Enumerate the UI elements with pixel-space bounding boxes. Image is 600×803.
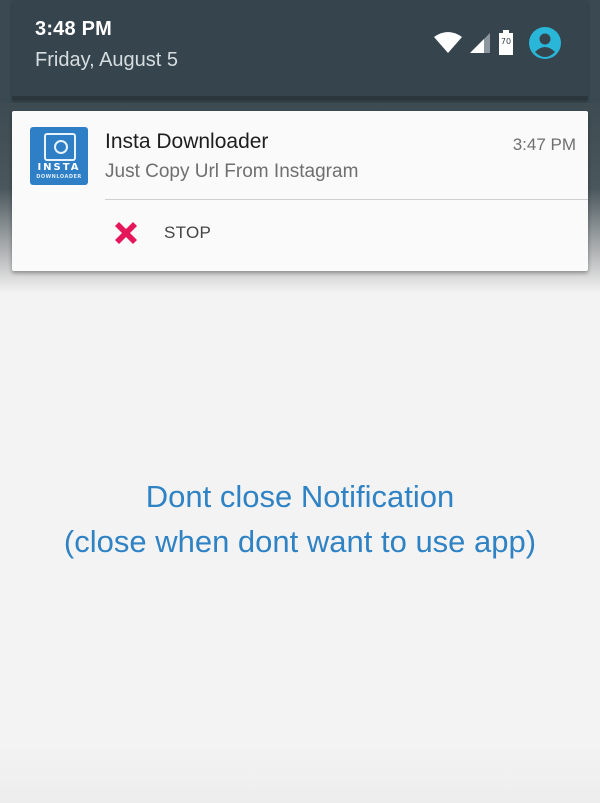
instruction-message: Dont close Notification (close when dont… — [0, 474, 600, 564]
close-x-icon — [110, 217, 142, 249]
app-icon: INSTA DOWNLOADER — [30, 127, 88, 185]
status-time: 3:48 PM — [35, 18, 112, 40]
notification-time: 3:47 PM — [512, 135, 576, 154]
stop-label: STOP — [164, 223, 212, 242]
app-icon-word: INSTA — [37, 162, 81, 173]
status-date[interactable]: Friday, August 5 — [35, 49, 178, 72]
battery-level-text: 70 — [501, 37, 511, 46]
app-icon-subword: DOWNLOADER — [36, 174, 82, 180]
account-icon[interactable] — [528, 26, 562, 60]
camera-download-icon — [44, 133, 76, 161]
notification-title: Insta Downloader — [105, 130, 269, 153]
status-icons: 70 — [434, 26, 562, 60]
cell-signal-icon — [470, 32, 490, 54]
divider — [105, 199, 588, 200]
battery-icon: 70 — [498, 30, 514, 56]
message-line-1: Dont close Notification — [145, 479, 455, 514]
bottom-fade — [0, 743, 600, 803]
wifi-icon — [434, 32, 462, 54]
stop-button[interactable]: STOP — [110, 217, 211, 249]
notification-card[interactable]: INSTA DOWNLOADER Insta Downloader Just C… — [12, 111, 588, 271]
message-line-2: (close when dont want to use app) — [63, 524, 537, 559]
notification-text: Just Copy Url From Instagram — [105, 161, 359, 182]
